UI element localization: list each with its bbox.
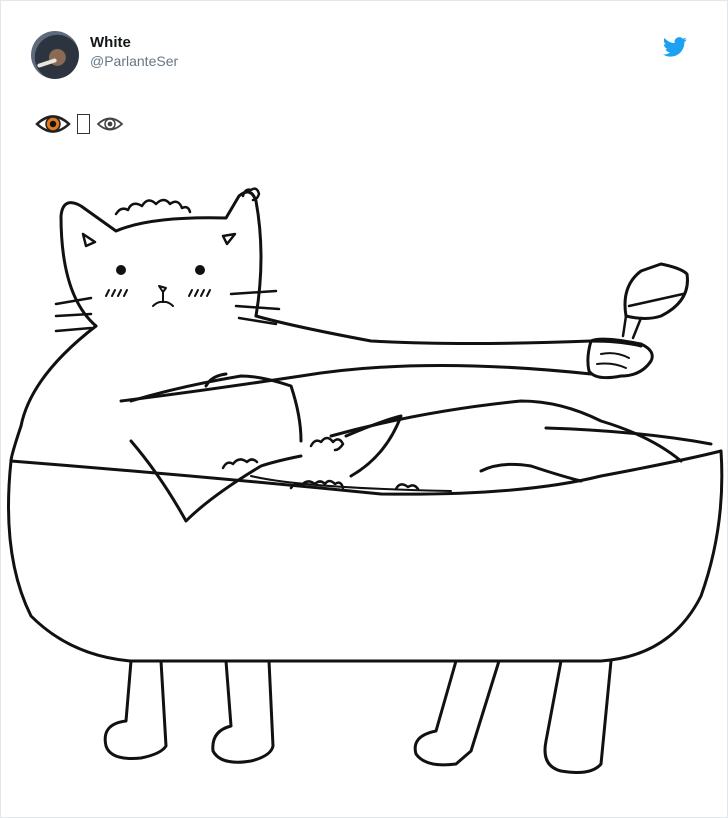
cat-blush-left xyxy=(105,289,128,297)
author-handle[interactable]: @ParlanteSer xyxy=(90,53,178,69)
missing-glyph-icon xyxy=(77,114,90,134)
bathtub-body xyxy=(7,449,724,663)
tweet-header: White @ParlanteSer xyxy=(31,29,701,81)
cat-nose xyxy=(158,285,167,293)
tub-leg-3 xyxy=(413,659,501,767)
cat-leg-inner xyxy=(479,462,583,483)
cat-paw-fingers xyxy=(596,352,630,369)
cat-arm-lower xyxy=(119,364,593,403)
tub-leg-4 xyxy=(543,659,613,774)
cat-mouth xyxy=(152,291,174,307)
cat-arm-upper xyxy=(254,314,643,348)
tweet-card: White @ParlanteSer xyxy=(0,0,728,818)
cat-chest xyxy=(129,374,303,443)
cat-right-eye xyxy=(195,265,205,275)
twitter-bird-icon[interactable] xyxy=(663,37,687,57)
cat-leg xyxy=(329,399,683,463)
wine-glass-liquid xyxy=(627,292,685,308)
tub-leg-1 xyxy=(103,659,168,760)
cat-right-ear-inner xyxy=(221,232,237,246)
cat-whiskers-left xyxy=(54,296,93,333)
cat-leg-knee xyxy=(344,414,403,478)
wine-glass-bowl xyxy=(623,262,689,320)
cat-left-eye xyxy=(116,265,126,275)
tub-leg-2 xyxy=(211,659,275,764)
cat-left-ear-inner xyxy=(81,232,97,248)
cat-in-bathtub-drawing[interactable] xyxy=(1,176,728,796)
foam-on-head xyxy=(114,198,192,216)
cat-paw xyxy=(586,337,654,380)
cat-head-outline xyxy=(59,190,263,328)
cat-blush-right xyxy=(188,289,211,297)
eye-emoji-icon xyxy=(96,117,124,131)
eye-emoji-icon xyxy=(35,115,71,133)
tweet-text xyxy=(35,109,124,139)
avatar[interactable] xyxy=(31,31,79,79)
author-name[interactable]: White xyxy=(90,34,131,51)
cat-body-left xyxy=(9,324,98,463)
